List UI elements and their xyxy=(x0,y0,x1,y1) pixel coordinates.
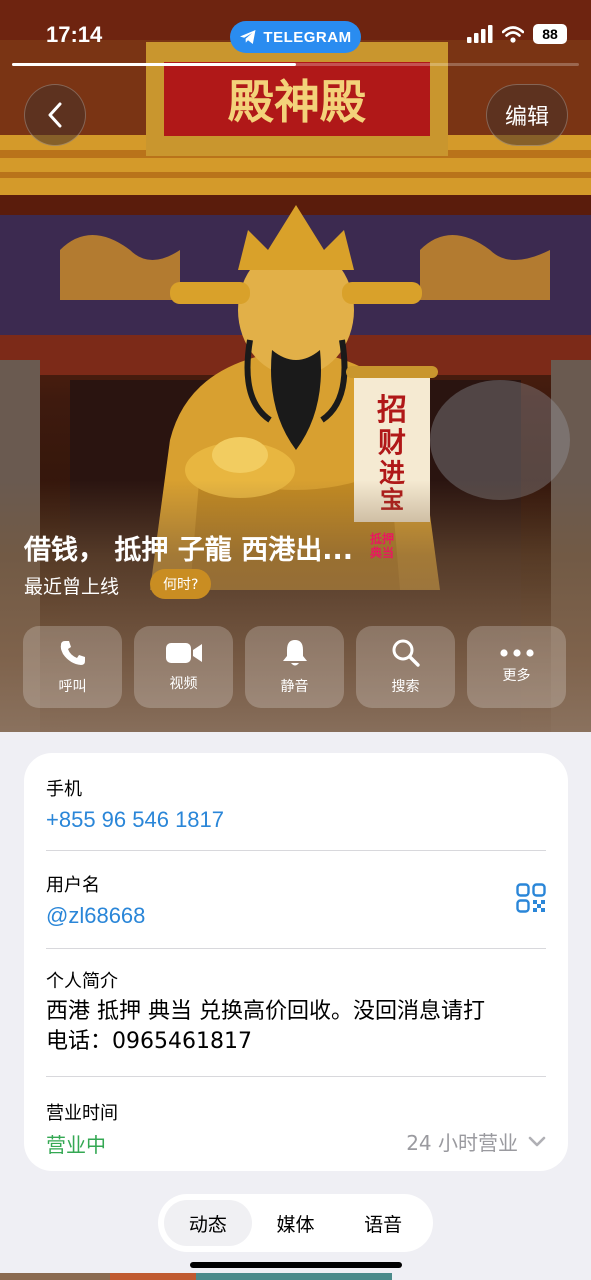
home-indicator xyxy=(190,1262,402,1268)
business-hours-row[interactable]: 营业时间 营业中 24 小时营业 xyxy=(46,1077,546,1171)
telegram-icon xyxy=(240,30,256,44)
video-label: 视频 xyxy=(169,676,198,692)
media-thumbnail-strip xyxy=(0,1273,591,1280)
qr-code-icon[interactable] xyxy=(516,883,546,913)
bio-line-1: 西港 抵押 典当 兑换高价回收。没回消息请打 xyxy=(46,999,485,1024)
chevron-down-icon xyxy=(528,1136,546,1147)
search-icon xyxy=(392,639,420,667)
action-bar: 呼叫 视频 静音 搜索 更多 xyxy=(23,626,568,708)
video-icon xyxy=(165,643,202,663)
call-button[interactable]: 呼叫 xyxy=(23,626,122,708)
username-label: 用户名 xyxy=(46,875,100,896)
back-button[interactable] xyxy=(24,84,86,146)
bio-label: 个人简介 xyxy=(46,971,118,992)
info-card: 手机 +855 96 546 1817 用户名 @zl68668 个人简介 西港… xyxy=(24,753,568,1171)
bell-icon xyxy=(282,640,307,666)
plaque-text: 殿神殿 xyxy=(228,75,366,129)
media-tabs: 动态 媒体 语音 xyxy=(158,1194,433,1252)
name-badge: 抵押 典当 xyxy=(366,532,398,560)
system-icons: 88 xyxy=(467,24,567,44)
status-time: 17:14 xyxy=(46,22,103,47)
tab-voice[interactable]: 语音 xyxy=(339,1200,427,1246)
more-label: 更多 xyxy=(502,668,531,684)
username-value[interactable]: @zl68668 xyxy=(46,903,546,929)
edit-button[interactable]: 编辑 xyxy=(486,84,568,146)
phone-icon xyxy=(60,641,85,665)
tab-media[interactable]: 媒体 xyxy=(252,1200,340,1246)
search-label: 搜索 xyxy=(391,679,420,695)
more-icon xyxy=(499,649,534,657)
profile-name: 借钱， 抵押 子龍 西港出... xyxy=(24,535,353,566)
hours-text: 24 小时营业 xyxy=(406,1131,518,1155)
username-row[interactable]: 用户名 @zl68668 xyxy=(46,851,546,949)
mute-label: 静音 xyxy=(280,679,309,695)
search-button[interactable]: 搜索 xyxy=(356,626,455,708)
scroll-char-1: 招 xyxy=(377,393,407,428)
scroll-char-2: 财 xyxy=(378,426,406,459)
when-button[interactable]: 何时? xyxy=(150,569,212,599)
bio-line-2: 电话：0965461817 xyxy=(46,1029,252,1054)
phone-number[interactable]: +855 96 546 1817 xyxy=(46,807,546,833)
name-badge-line1: 抵押 xyxy=(369,532,394,546)
media-progress-bar xyxy=(12,63,579,66)
status-bar: 17:14 TELEGRAM 88 xyxy=(0,14,591,58)
wifi-icon xyxy=(502,25,524,43)
bio-text: 西港 抵押 典当 兑换高价回收。没回消息请打 电话：0965461817 xyxy=(46,997,546,1057)
more-button[interactable]: 更多 xyxy=(467,626,566,708)
hours-detail[interactable]: 24 小时营业 xyxy=(406,1127,546,1156)
phone-label: 手机 xyxy=(46,779,82,800)
hours-label: 营业时间 xyxy=(46,1103,118,1124)
call-label: 呼叫 xyxy=(58,679,87,695)
telegram-label: TELEGRAM xyxy=(263,28,352,46)
phone-row[interactable]: 手机 +855 96 546 1817 xyxy=(46,753,546,851)
video-button[interactable]: 视频 xyxy=(134,626,233,708)
media-progress-fill xyxy=(12,63,296,66)
tab-posts[interactable]: 动态 xyxy=(164,1200,252,1246)
mute-button[interactable]: 静音 xyxy=(245,626,344,708)
battery-indicator: 88 xyxy=(533,24,567,44)
last-seen-status: 最近曾上线 xyxy=(24,576,120,598)
chevron-left-icon xyxy=(48,102,62,128)
name-badge-line2: 典当 xyxy=(369,546,394,560)
telegram-pill[interactable]: TELEGRAM xyxy=(230,21,361,53)
bio-row: 个人简介 西港 抵押 典当 兑换高价回收。没回消息请打 电话：096546181… xyxy=(46,949,546,1077)
cellular-signal-icon xyxy=(467,25,493,43)
